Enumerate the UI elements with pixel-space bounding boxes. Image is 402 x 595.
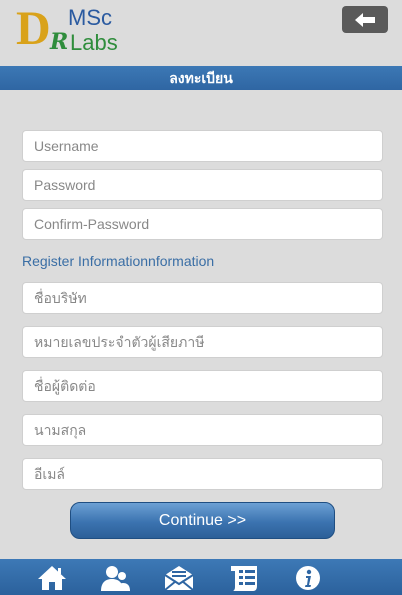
logo-msc: MSc bbox=[68, 5, 112, 30]
register-information-label: Register Informationnformation bbox=[22, 253, 215, 269]
logo-labs: Labs bbox=[70, 30, 118, 55]
continue-button[interactable]: Continue >> bbox=[70, 502, 335, 539]
email-input[interactable] bbox=[22, 458, 383, 490]
username-input[interactable] bbox=[22, 130, 383, 162]
bottom-nav-bar bbox=[0, 559, 402, 595]
users-icon bbox=[101, 566, 130, 591]
nav-list[interactable] bbox=[228, 563, 262, 593]
info-icon bbox=[296, 566, 320, 590]
page-title: ลงทะเบียน bbox=[0, 66, 402, 90]
contact-name-input[interactable] bbox=[22, 370, 383, 402]
mail-icon bbox=[164, 566, 194, 591]
nav-info[interactable] bbox=[291, 563, 325, 593]
logo-letter-r: R bbox=[50, 29, 69, 55]
arrow-left-icon bbox=[355, 12, 375, 27]
nav-users[interactable] bbox=[98, 563, 132, 593]
home-icon bbox=[38, 566, 66, 590]
confirm-password-input[interactable] bbox=[22, 208, 383, 240]
header: D R MSc Labs bbox=[0, 0, 402, 66]
password-input[interactable] bbox=[22, 169, 383, 201]
back-button[interactable] bbox=[342, 6, 388, 33]
tax-id-input[interactable] bbox=[22, 326, 383, 358]
logo-letter-d: D bbox=[16, 2, 51, 55]
dr-msc-labs-logo: D R MSc Labs bbox=[16, 4, 136, 60]
company-name-input[interactable] bbox=[22, 282, 383, 314]
last-name-input[interactable] bbox=[22, 414, 383, 446]
list-icon bbox=[231, 566, 257, 591]
nav-home[interactable] bbox=[35, 563, 69, 593]
nav-mail[interactable] bbox=[162, 563, 196, 593]
